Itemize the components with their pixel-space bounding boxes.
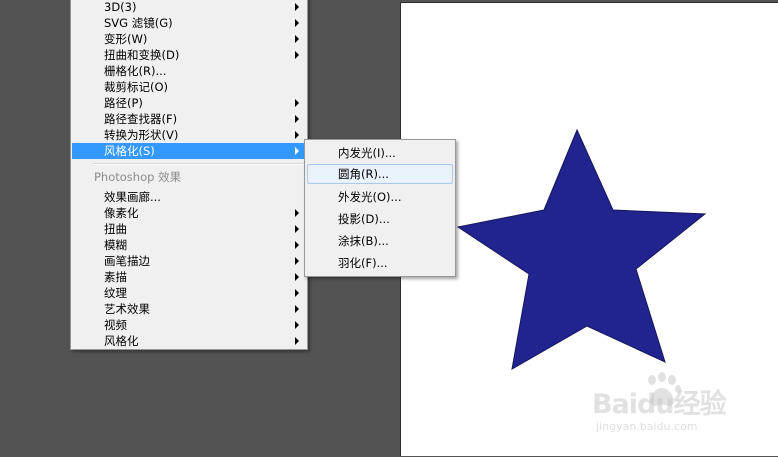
effects-menu: 3D(3) SVG 滤镜(G) 变形(W) 扭曲和变换(D) 栅格化(R)...… <box>70 0 308 350</box>
submenu-item-inner-glow[interactable]: 内发光(I)... <box>307 143 453 163</box>
submenu-item-feather[interactable]: 羽化(F)... <box>307 253 453 273</box>
menu-item-path[interactable]: 路径(P) <box>72 95 306 111</box>
submenu-arrow-icon <box>295 289 299 297</box>
submenu-arrow-icon <box>295 115 299 123</box>
submenu-item-outer-glow[interactable]: 外发光(O)... <box>307 187 453 207</box>
menu-separator <box>93 163 304 165</box>
menu-item-blur[interactable]: 模糊 <box>72 237 306 253</box>
menu-item-texture[interactable]: 纹理 <box>72 285 306 301</box>
menu-item-video[interactable]: 视频 <box>72 317 306 333</box>
menu-item-ps-stylize[interactable]: 风格化 <box>72 333 306 349</box>
submenu-arrow-icon <box>295 225 299 233</box>
menu-item-pathfinder[interactable]: 路径查找器(F) <box>72 111 306 127</box>
submenu-arrow-icon <box>295 19 299 27</box>
menu-item-effect-gallery[interactable]: 效果画廊... <box>72 189 306 205</box>
submenu-arrow-icon <box>295 321 299 329</box>
menu-item-distort-transform[interactable]: 扭曲和变换(D) <box>72 47 306 63</box>
menu-item-sketch[interactable]: 素描 <box>72 269 306 285</box>
submenu-arrow-icon <box>295 3 299 11</box>
submenu-arrow-icon <box>295 99 299 107</box>
menu-item-warp[interactable]: 变形(W) <box>72 31 306 47</box>
menu-item-svg-filters[interactable]: SVG 滤镜(G) <box>72 15 306 31</box>
baidu-watermark: Baidu经验 jingyan.baidu.com <box>592 372 742 442</box>
submenu-arrow-icon <box>295 131 299 139</box>
submenu-item-drop-shadow[interactable]: 投影(D)... <box>307 209 453 229</box>
submenu-arrow-icon <box>295 209 299 217</box>
watermark-logo: Baidu经验 <box>592 389 727 420</box>
menu-item-3d[interactable]: 3D(3) <box>72 0 306 15</box>
menu-item-convert-to-shape[interactable]: 转换为形状(V) <box>72 127 306 143</box>
submenu-item-scribble[interactable]: 涂抹(B)... <box>307 231 453 251</box>
menu-item-artistic[interactable]: 艺术效果 <box>72 301 306 317</box>
submenu-arrow-icon <box>295 241 299 249</box>
menu-item-stylize[interactable]: 风格化(S) <box>72 143 306 159</box>
menu-item-distort[interactable]: 扭曲 <box>72 221 306 237</box>
menu-item-pixelate[interactable]: 像素化 <box>72 205 306 221</box>
menu-item-crop-marks[interactable]: 裁剪标记(O) <box>72 79 306 95</box>
submenu-arrow-icon <box>295 257 299 265</box>
submenu-item-round-corners[interactable]: 圆角(R)... <box>307 164 453 184</box>
submenu-arrow-icon <box>295 337 299 345</box>
submenu-arrow-icon <box>295 273 299 281</box>
submenu-arrow-icon <box>295 147 299 155</box>
submenu-arrow-icon <box>295 51 299 59</box>
watermark-url: jingyan.baidu.com <box>596 420 698 433</box>
submenu-arrow-icon <box>295 305 299 313</box>
menu-item-brush-strokes[interactable]: 画笔描边 <box>72 253 306 269</box>
stylize-submenu: 内发光(I)... 圆角(R)... 外发光(O)... 投影(D)... 涂抹… <box>304 139 456 277</box>
photoshop-effects-header: Photoshop 效果 <box>94 170 182 184</box>
submenu-arrow-icon <box>295 35 299 43</box>
menu-item-rasterize[interactable]: 栅格化(R)... <box>72 63 306 79</box>
